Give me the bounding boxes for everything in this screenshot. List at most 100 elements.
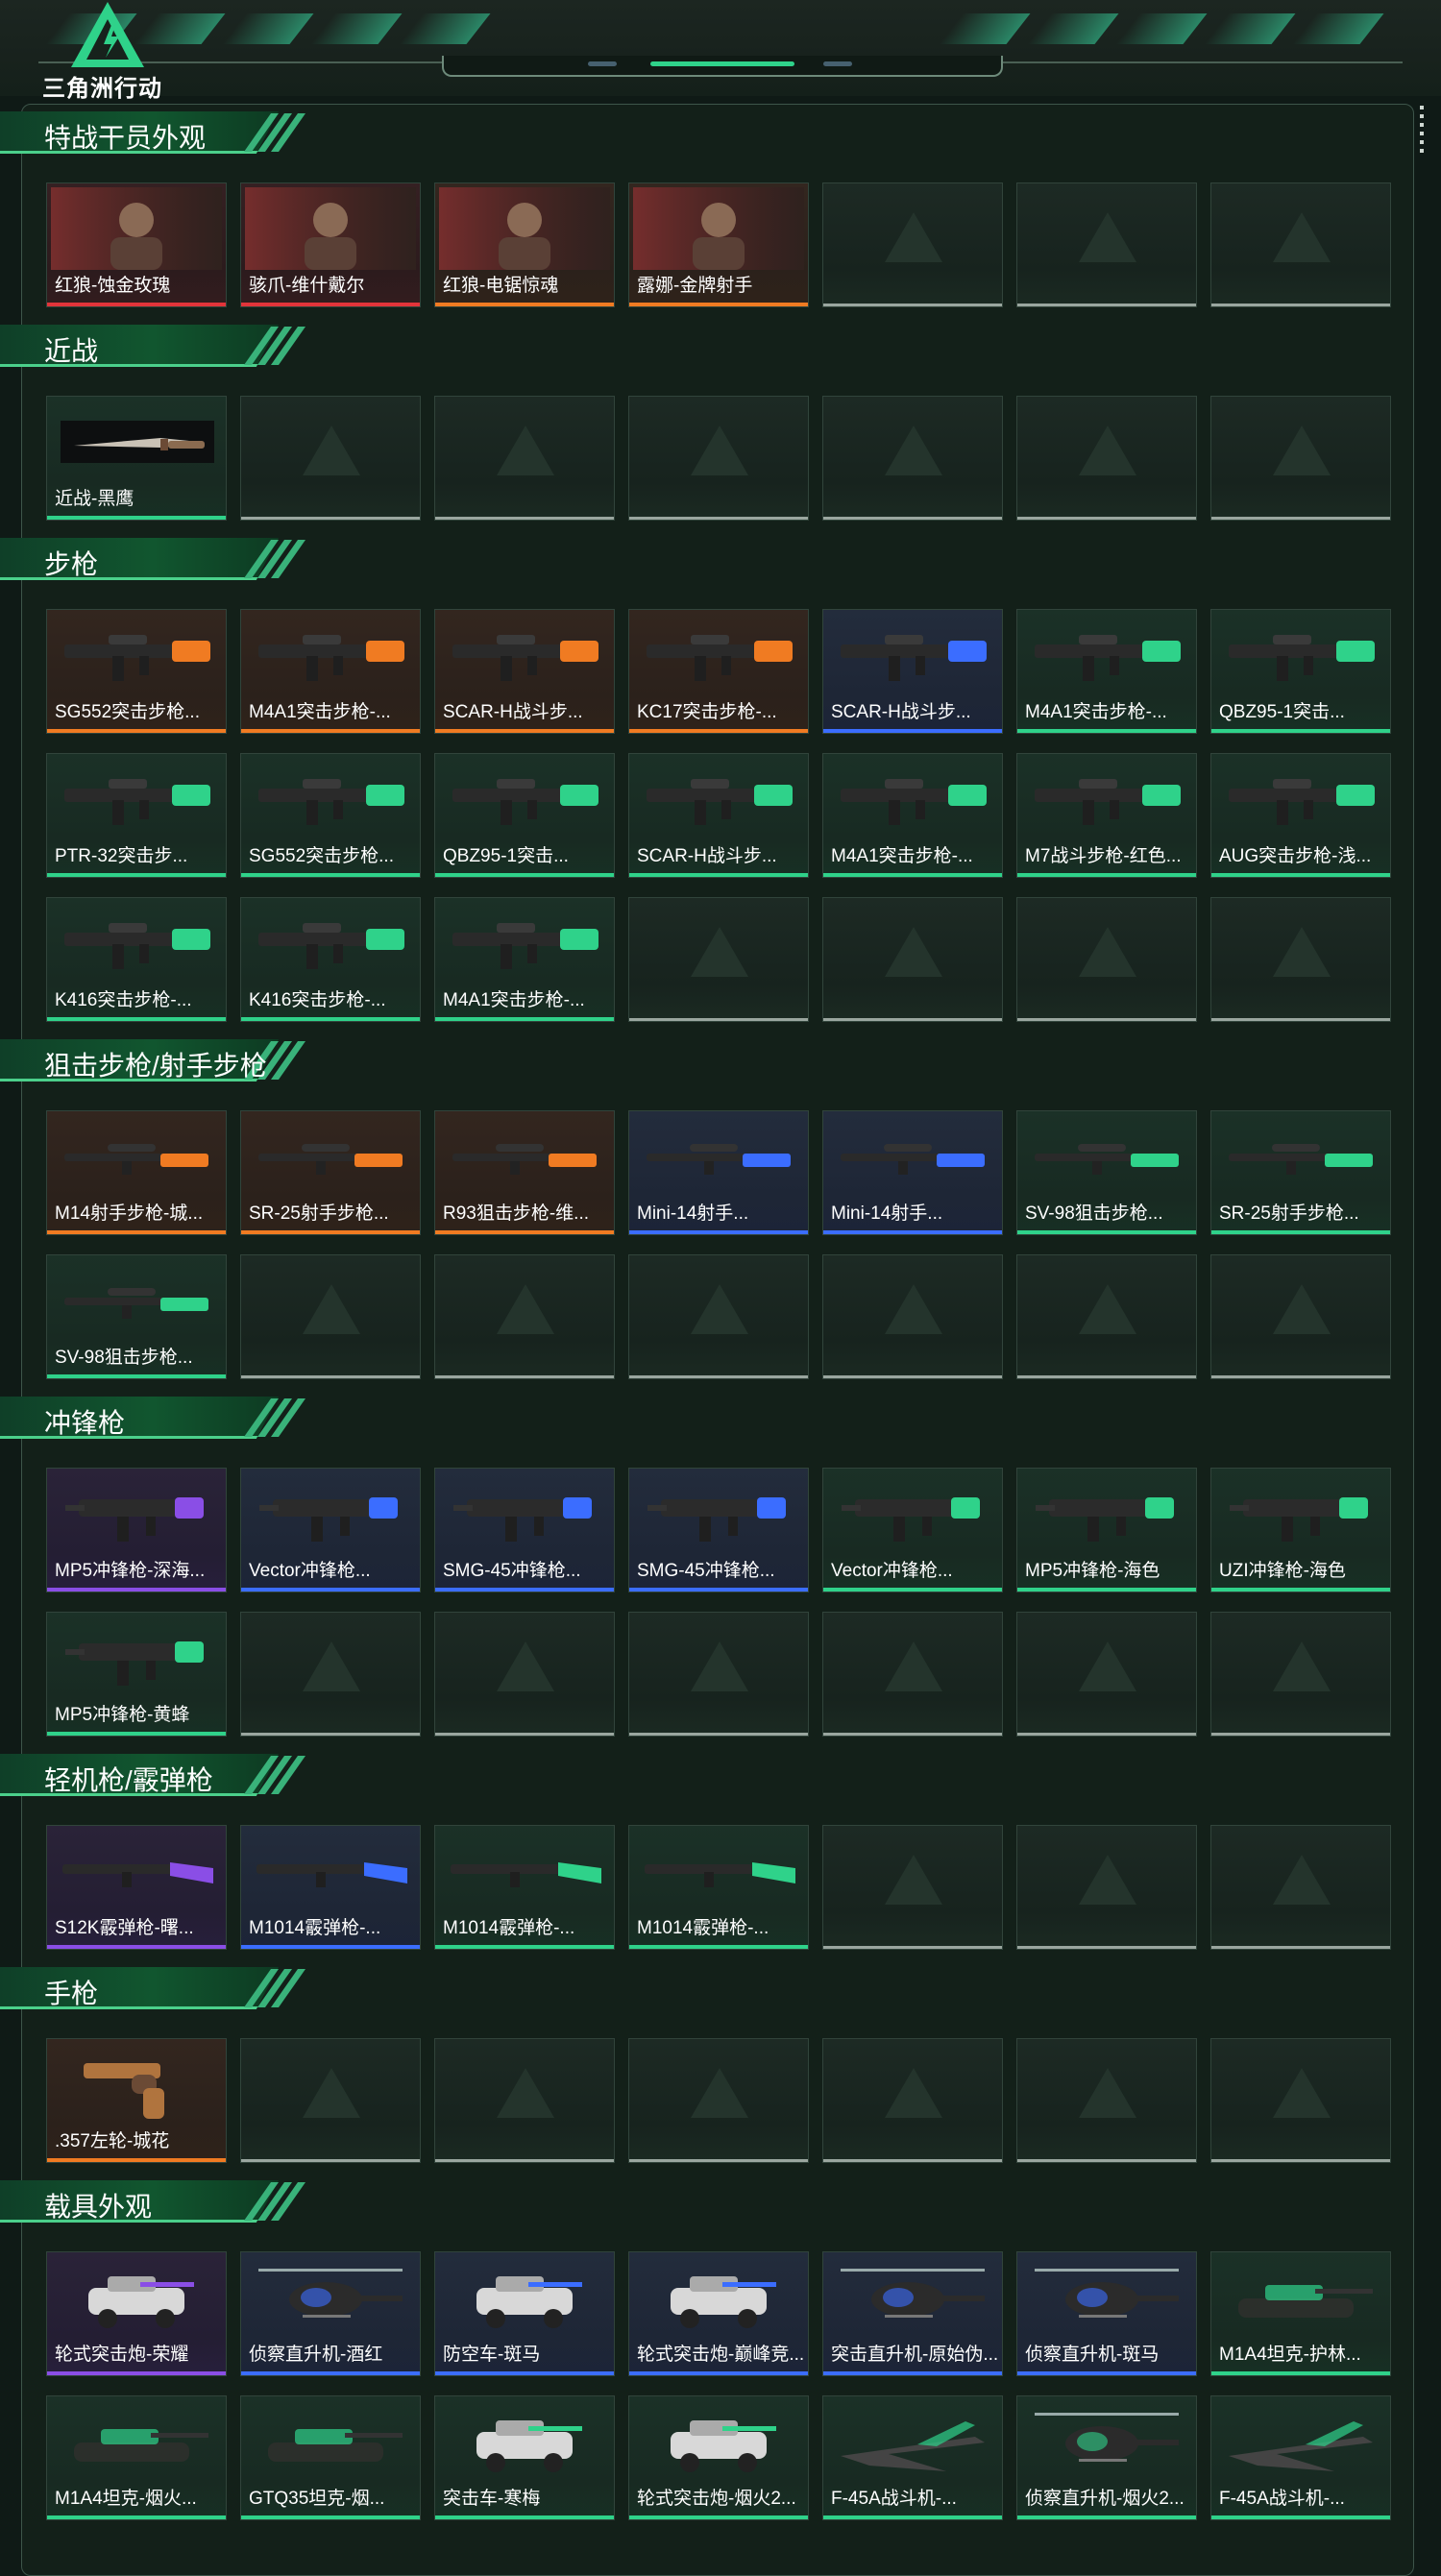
smg-icon <box>51 1472 222 1555</box>
item-card[interactable]: SR-25射手步枪... <box>240 1110 421 1235</box>
item-name: M4A1突击步枪-... <box>831 846 973 866</box>
item-card[interactable]: 红狼-电锯惊魂 <box>434 182 615 307</box>
item-card[interactable]: 侦察直升机-烟火2... <box>1016 2395 1197 2520</box>
item-card[interactable]: M1014霰弹枪-... <box>628 1825 809 1950</box>
item-card[interactable]: MP5冲锋枪-黄蜂 <box>46 1612 227 1737</box>
rarity-bar <box>823 2515 1002 2519</box>
rarity-bar <box>241 1588 420 1592</box>
item-card[interactable]: SV-98狙击步枪... <box>46 1254 227 1379</box>
smg-icon <box>51 1616 222 1699</box>
section-header: 手枪 <box>0 1963 317 2013</box>
item-card[interactable]: .357左轮-城花 <box>46 2038 227 2163</box>
item-card[interactable]: 骇爪-维什戴尔 <box>240 182 421 307</box>
item-card[interactable]: Vector冲锋枪... <box>822 1468 1003 1592</box>
item-card[interactable]: K416突击步枪-... <box>46 897 227 1022</box>
rifle-icon <box>1215 758 1386 840</box>
item-name: K416突击步枪-... <box>55 990 192 1010</box>
rarity-bar <box>47 516 226 520</box>
section-header-bar <box>0 325 279 367</box>
item-card[interactable]: SV-98狙击步枪... <box>1016 1110 1197 1235</box>
item-card[interactable]: 露娜-金牌射手 <box>628 182 809 307</box>
operator-portrait <box>633 187 804 270</box>
item-card[interactable]: 近战-黑鹰 <box>46 396 227 521</box>
item-card[interactable]: GTQ35坦克-烟... <box>240 2395 421 2520</box>
item-name: 轮式突击炮-烟火2... <box>637 2489 796 2509</box>
item-name: 轮式突击炮-荣耀 <box>55 2345 189 2365</box>
item-card[interactable]: M1014霰弹枪-... <box>240 1825 421 1950</box>
item-card[interactable]: F-45A战斗机-... <box>822 2395 1003 2520</box>
item-card[interactable]: 防空车-斑马 <box>434 2251 615 2376</box>
item-card[interactable]: SCAR-H战斗步... <box>822 609 1003 734</box>
rarity-bar <box>47 2158 226 2162</box>
item-card[interactable]: M14射手步枪-城... <box>46 1110 227 1235</box>
item-card[interactable]: M4A1突击步枪-... <box>822 753 1003 878</box>
rarity-bar <box>47 1374 226 1378</box>
item-card[interactable]: QBZ95-1突击... <box>434 753 615 878</box>
item-card[interactable]: SG552突击步枪... <box>46 609 227 734</box>
helicopter-icon <box>245 2256 416 2339</box>
item-card[interactable]: MP5冲锋枪-深海... <box>46 1468 227 1592</box>
rifle-icon <box>827 758 998 840</box>
item-card[interactable]: M4A1突击步枪-... <box>240 609 421 734</box>
item-card[interactable]: 侦察直升机-斑马 <box>1016 2251 1197 2376</box>
item-card[interactable]: Mini-14射手... <box>628 1110 809 1235</box>
rarity-bar <box>435 2371 614 2375</box>
scroll-indicator[interactable] <box>1420 106 1426 158</box>
item-card[interactable]: M1A4坦克-烟火... <box>46 2395 227 2520</box>
item-card[interactable]: 突击直升机-原始伪... <box>822 2251 1003 2376</box>
item-card[interactable]: MP5冲锋枪-海色 <box>1016 1468 1197 1592</box>
helicopter-icon <box>827 2256 998 2339</box>
item-card[interactable]: PTR-32突击步... <box>46 753 227 878</box>
item-name: M4A1突击步枪-... <box>249 702 391 722</box>
item-name: M1014霰弹枪-... <box>249 1918 381 1938</box>
empty-slot <box>1016 2038 1197 2163</box>
item-card[interactable]: UZI冲锋枪-海色 <box>1210 1468 1391 1592</box>
vehicle-icon <box>51 2256 222 2339</box>
item-name: .357左轮-城花 <box>55 2131 170 2151</box>
item-card[interactable]: M4A1突击步枪-... <box>1016 609 1197 734</box>
item-card[interactable]: SR-25射手步枪... <box>1210 1110 1391 1235</box>
empty-slot <box>1016 182 1197 307</box>
item-card[interactable]: SG552突击步枪... <box>240 753 421 878</box>
rarity-bar <box>1017 873 1196 877</box>
rarity-bar <box>435 303 614 306</box>
item-card[interactable]: SCAR-H战斗步... <box>434 609 615 734</box>
item-card[interactable]: R93狙击步枪-维... <box>434 1110 615 1235</box>
item-card[interactable]: 突击车-寒梅 <box>434 2395 615 2520</box>
shotgun-icon <box>439 1830 610 1912</box>
item-card[interactable]: M4A1突击步枪-... <box>434 897 615 1022</box>
rarity-bar <box>241 1017 420 1021</box>
item-card[interactable]: 红狼-蚀金玫瑰 <box>46 182 227 307</box>
item-card[interactable]: QBZ95-1突击... <box>1210 609 1391 734</box>
item-card[interactable]: SCAR-H战斗步... <box>628 753 809 878</box>
item-name: Mini-14射手... <box>831 1203 943 1224</box>
section-header: 步枪 <box>0 534 317 584</box>
item-card[interactable]: K416突击步枪-... <box>240 897 421 1022</box>
smg-icon <box>633 1472 804 1555</box>
item-name: MP5冲锋枪-深海... <box>55 1561 206 1581</box>
empty-slot <box>1210 2038 1391 2163</box>
item-card[interactable]: AUG突击步枪-浅... <box>1210 753 1391 878</box>
item-card[interactable]: 轮式突击炮-荣耀 <box>46 2251 227 2376</box>
item-card[interactable]: M1A4坦克-护林... <box>1210 2251 1391 2376</box>
empty-slot <box>1016 897 1197 1022</box>
rarity-bar <box>47 2371 226 2375</box>
item-card[interactable]: KC17突击步枪-... <box>628 609 809 734</box>
item-card[interactable]: M1014霰弹枪-... <box>434 1825 615 1950</box>
item-card[interactable]: SMG-45冲锋枪... <box>434 1468 615 1592</box>
item-card[interactable]: 轮式突击炮-巅峰竞... <box>628 2251 809 2376</box>
sniper-icon <box>245 1115 416 1198</box>
item-card[interactable]: F-45A战斗机-... <box>1210 2395 1391 2520</box>
rarity-bar <box>241 2515 420 2519</box>
item-card[interactable]: Vector冲锋枪... <box>240 1468 421 1592</box>
rarity-bar <box>47 873 226 877</box>
rifle-icon <box>633 614 804 696</box>
item-card[interactable]: SMG-45冲锋枪... <box>628 1468 809 1592</box>
item-card[interactable]: 轮式突击炮-烟火2... <box>628 2395 809 2520</box>
item-card[interactable]: 侦察直升机-酒红 <box>240 2251 421 2376</box>
item-card[interactable]: Mini-14射手... <box>822 1110 1003 1235</box>
item-card[interactable]: S12K霰弹枪-曙... <box>46 1825 227 1950</box>
item-card[interactable]: M7战斗步枪-红色... <box>1016 753 1197 878</box>
rifle-icon <box>245 902 416 984</box>
item-name: 露娜-金牌射手 <box>637 276 753 296</box>
